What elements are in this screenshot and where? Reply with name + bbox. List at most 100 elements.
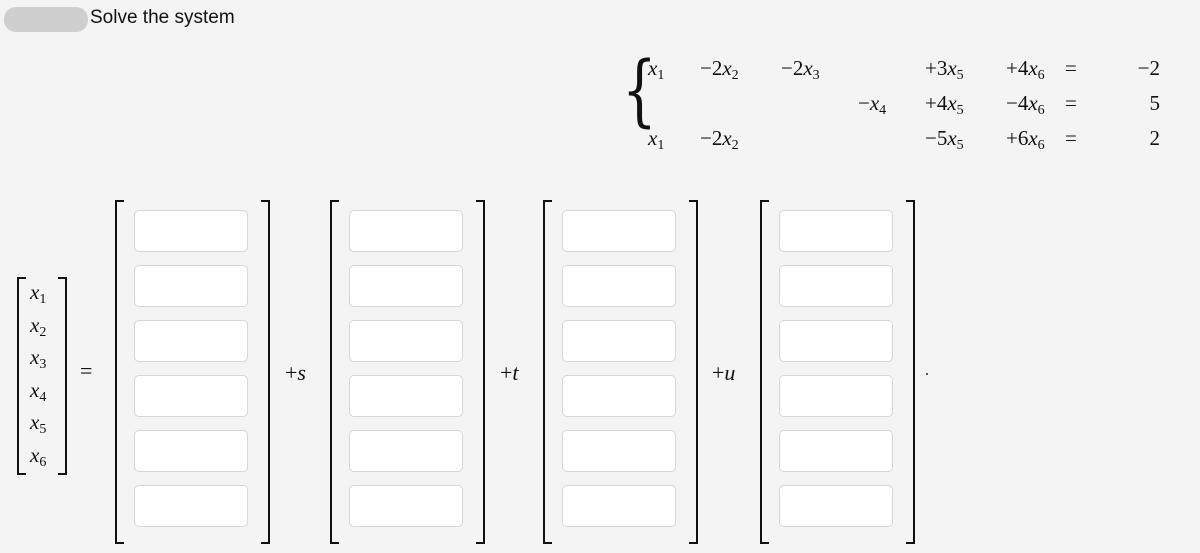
variable-symbol: x (30, 442, 40, 467)
term-subscript: 1 (657, 68, 665, 83)
variable-subscript: 3 (39, 357, 47, 372)
vector-s-entry-4-input[interactable] (349, 375, 463, 417)
redacted-label (4, 7, 88, 32)
vector-particular-right-bracket (261, 200, 270, 544)
term-variable: x (722, 56, 732, 80)
vector-s-entry-5-input[interactable] (349, 430, 463, 472)
term-subscript: 6 (1037, 68, 1045, 83)
term-subscript: 3 (812, 68, 820, 83)
equals-sign: = (80, 358, 93, 383)
vector-particular-entry-2-input[interactable] (134, 265, 248, 307)
vector-u-entry-2-input[interactable] (779, 265, 893, 307)
variable-symbol: x (30, 345, 40, 369)
equation-term: −x4 (858, 91, 886, 119)
term-variable: x (869, 91, 880, 115)
term-variable: x (648, 126, 658, 150)
vector-u-left-bracket (760, 200, 769, 544)
term-subscript: 5 (956, 103, 964, 118)
equation-term: −2x2 (700, 126, 739, 154)
vector-t-right-bracket (689, 200, 698, 544)
term-subscript: 6 (1037, 103, 1045, 118)
vector-particular-entry-6-input[interactable] (134, 485, 248, 527)
vector-particular-entry-5-input[interactable] (134, 430, 248, 472)
vector-t-entry-1-input[interactable] (562, 210, 676, 252)
equation-term: x1 (648, 126, 664, 154)
plus-sign: + (500, 360, 513, 385)
term-variable: x (1028, 56, 1038, 80)
equation-term: −5x5 (925, 126, 964, 154)
parameter-s-label: +s (285, 360, 306, 386)
term-coefficient: +6 (1006, 126, 1029, 150)
plus-sign: + (712, 360, 725, 385)
var-vector-left-bracket (17, 277, 26, 475)
variable-entry: x6 (30, 443, 46, 471)
term-coefficient: − (858, 91, 870, 115)
variable-symbol: x (30, 280, 40, 304)
equation-term: −4x6 (1006, 91, 1045, 119)
variable-subscript: 6 (39, 454, 47, 470)
var-vector-right-bracket (58, 277, 67, 475)
vector-t-entry-3-input[interactable] (562, 320, 676, 362)
vector-t-left-bracket (543, 200, 552, 544)
parameter-symbol: t (512, 360, 519, 385)
vector-t-entry-2-input[interactable] (562, 265, 676, 307)
vector-particular-entry-1-input[interactable] (134, 210, 248, 252)
parameter-symbol: s (297, 360, 306, 385)
term-subscript: 2 (731, 138, 739, 153)
vector-s-entry-6-input[interactable] (349, 485, 463, 527)
term-coefficient: +4 (1006, 56, 1029, 80)
parameter-t-label: +t (500, 360, 519, 386)
vector-t-entry-5-input[interactable] (562, 430, 676, 472)
equation-term: +3x5 (925, 56, 964, 84)
equation-equals: = (1065, 91, 1077, 115)
vector-particular-entry-3-input[interactable] (134, 320, 248, 362)
parameter-u-label: +u (712, 360, 735, 386)
vector-u-entry-1-input[interactable] (779, 210, 893, 252)
equation-term: +4x6 (1006, 56, 1045, 84)
term-variable: x (648, 56, 658, 80)
equation-rhs: 2 (1149, 126, 1161, 150)
equation-equals: = (1065, 56, 1077, 80)
problem-title: Solve the system (90, 7, 235, 28)
vector-s-entry-3-input[interactable] (349, 320, 463, 362)
vector-t-entry-6-input[interactable] (562, 485, 676, 527)
vector-particular-entry-4-input[interactable] (134, 375, 248, 417)
term-variable: x (1028, 126, 1038, 150)
variable-symbol: x (30, 410, 40, 434)
equation-term: +4x5 (925, 91, 964, 119)
vector-u-entry-5-input[interactable] (779, 430, 893, 472)
variable-subscript: 2 (39, 324, 47, 340)
term-coefficient: +4 (925, 91, 948, 115)
equation-term: −2x3 (781, 56, 820, 84)
variable-subscript: 4 (39, 389, 47, 405)
vector-u-entry-3-input[interactable] (779, 320, 893, 362)
term-variable: x (947, 91, 957, 115)
plus-sign: + (285, 360, 298, 385)
vector-s-left-bracket (330, 200, 339, 544)
vector-s-right-bracket (476, 200, 485, 544)
term-coefficient: −4 (1006, 91, 1029, 115)
variable-symbol: x (30, 312, 40, 337)
term-variable: x (803, 56, 813, 80)
term-coefficient: +3 (925, 56, 948, 80)
term-subscript: 5 (956, 68, 964, 83)
term-variable: x (947, 56, 957, 80)
variable-entry: x2 (30, 313, 46, 341)
term-subscript: 6 (1037, 138, 1045, 153)
variable-entry: x3 (30, 345, 46, 373)
term-subscript: 1 (657, 138, 665, 153)
variable-entry: x4 (30, 378, 46, 406)
vector-u-entry-4-input[interactable] (779, 375, 893, 417)
term-variable: x (1028, 91, 1038, 115)
variable-symbol: x (30, 377, 40, 402)
term-coefficient: −2 (700, 126, 723, 150)
variable-entry: x1 (30, 280, 46, 308)
vector-t-entry-4-input[interactable] (562, 375, 676, 417)
term-coefficient: −5 (925, 126, 948, 150)
vector-s-entry-1-input[interactable] (349, 210, 463, 252)
vector-u-entry-6-input[interactable] (779, 485, 893, 527)
term-coefficient: −2 (700, 56, 723, 80)
vector-s-entry-2-input[interactable] (349, 265, 463, 307)
term-subscript: 4 (879, 103, 887, 118)
term-subscript: 2 (731, 68, 739, 83)
